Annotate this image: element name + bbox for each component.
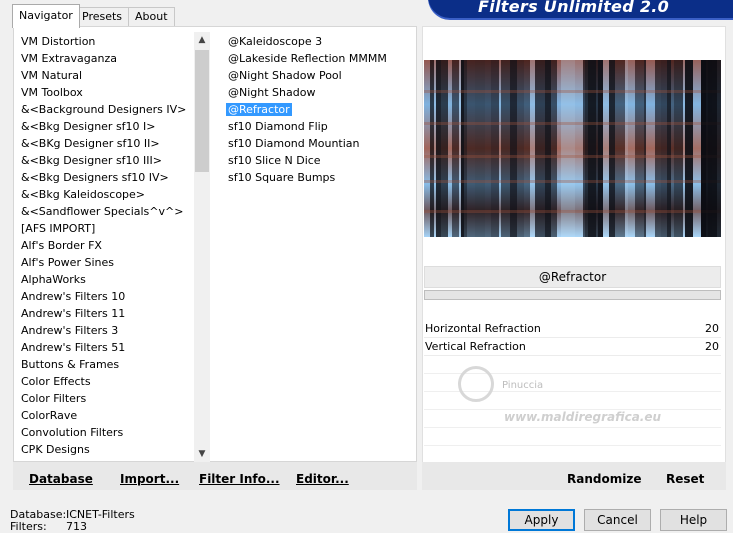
refractor-preview-graphic	[424, 60, 727, 237]
category-item[interactable]: Color Effects	[21, 373, 193, 390]
filter-list[interactable]: @Kaleidoscope 3 @Lakeside Reflection MMMM…	[226, 33, 414, 186]
filter-item[interactable]: sf10 Slice N Dice	[228, 152, 414, 169]
left-button-bar: Database Import... Filter Info... Editor…	[13, 462, 417, 490]
tab-presets[interactable]: Presets	[75, 7, 130, 27]
filter-item-label: @Lakeside Reflection MMMM	[228, 52, 387, 65]
randomize-button[interactable]: Randomize	[567, 472, 641, 486]
filter-item-label: @Kaleidoscope 3	[228, 35, 323, 48]
tab-navigator[interactable]: Navigator	[12, 4, 80, 28]
scroll-down-icon[interactable]: ▼	[194, 446, 210, 462]
param-label: Horizontal Refraction	[425, 322, 541, 335]
category-item[interactable]: &<Sandflower Specials^v^>	[21, 203, 193, 220]
category-item[interactable]: Color Filters	[21, 390, 193, 407]
filter-item-label: sf10 Slice N Dice	[228, 154, 321, 167]
filter-item[interactable]: sf10 Diamond Mountian	[228, 135, 414, 152]
category-item[interactable]: Buttons & Frames	[21, 356, 193, 373]
param-vertical-refraction[interactable]: Vertical Refraction 20	[424, 338, 721, 356]
category-item[interactable]: CPK Designs	[21, 441, 193, 458]
app-title: Filters Unlimited 2.0	[478, 0, 670, 16]
category-item[interactable]: &<Bkg Designers sf10 IV>	[21, 169, 193, 186]
scroll-thumb[interactable]	[195, 50, 209, 172]
filter-item-selected[interactable]: @Refractor	[226, 101, 414, 118]
category-item[interactable]: &<Bkg Kaleidoscope>	[21, 186, 193, 203]
category-item[interactable]: &<Bkg Designer sf10 I>	[21, 118, 193, 135]
cancel-button[interactable]: Cancel	[584, 509, 651, 531]
header-banner: Filters Unlimited 2.0	[428, 0, 733, 18]
category-item[interactable]: Andrew's Filters 3	[21, 322, 193, 339]
category-item[interactable]: &<Background Designers IV>	[21, 101, 193, 118]
category-item[interactable]: VM Distortion	[21, 33, 193, 50]
filter-item[interactable]: @Night Shadow	[228, 84, 414, 101]
filter-item[interactable]: @Lakeside Reflection MMMM	[228, 50, 414, 67]
current-filter-name: @Refractor	[424, 266, 721, 288]
filter-info-button[interactable]: Filter Info...	[199, 472, 280, 486]
category-item[interactable]: VM Natural	[21, 67, 193, 84]
filter-item[interactable]: @Kaleidoscope 3	[228, 33, 414, 50]
category-list[interactable]: VM Distortion VM Extravaganza VM Natural VM…	[21, 33, 193, 461]
filter-item[interactable]: sf10 Diamond Flip	[228, 118, 414, 135]
category-item[interactable]: Alf's Power Sines	[21, 254, 193, 271]
category-item[interactable]: [AFS IMPORT]	[21, 220, 193, 237]
help-button[interactable]: Help	[660, 509, 727, 531]
tab-about[interactable]: About	[128, 7, 175, 27]
apply-button[interactable]: Apply	[508, 509, 575, 531]
right-button-bar: Randomize Reset	[422, 462, 726, 490]
category-scrollbar[interactable]: ▲ ▼	[194, 32, 210, 462]
param-empty-row	[424, 428, 721, 446]
import-button[interactable]: Import...	[120, 472, 179, 486]
filter-item[interactable]: sf10 Square Bumps	[228, 169, 414, 186]
filter-item-label: sf10 Diamond Mountian	[228, 137, 360, 150]
param-label: Vertical Refraction	[425, 340, 526, 353]
category-item[interactable]: Andrew's Filters 10	[21, 288, 193, 305]
watermark-logo-icon	[458, 366, 494, 402]
category-item[interactable]: Alf's Border FX	[21, 237, 193, 254]
filter-item-label: @Night Shadow	[228, 86, 316, 99]
filter-item-label: @Refractor	[226, 103, 292, 116]
progress-bar	[424, 290, 721, 300]
category-item[interactable]: ColorRave	[21, 407, 193, 424]
category-item[interactable]: AlphaWorks	[21, 271, 193, 288]
param-value[interactable]: 20	[705, 320, 719, 337]
category-item[interactable]: Convolution Filters	[21, 424, 193, 441]
preview-image	[424, 60, 727, 237]
filter-item[interactable]: @Night Shadow Pool	[228, 67, 414, 84]
reset-button[interactable]: Reset	[666, 472, 704, 486]
database-button[interactable]: Database	[29, 472, 93, 486]
filter-item-label: sf10 Square Bumps	[228, 171, 336, 184]
category-item[interactable]: VM Extravaganza	[21, 50, 193, 67]
filter-item-label: sf10 Diamond Flip	[228, 120, 328, 133]
category-item[interactable]: Andrew's Filters 11	[21, 305, 193, 322]
category-item[interactable]: VM Toolbox	[21, 84, 193, 101]
param-value[interactable]: 20	[705, 338, 719, 355]
watermark-url: www.maldiregrafica.eu	[504, 410, 662, 424]
status-filters-value: 713	[66, 520, 87, 533]
category-item[interactable]: &<BKg Designer sf10 II>	[21, 135, 193, 152]
category-item[interactable]: Andrew's Filters 51	[21, 339, 193, 356]
param-horizontal-refraction[interactable]: Horizontal Refraction 20	[424, 320, 721, 338]
status-filters-label: Filters:	[10, 520, 47, 533]
category-item[interactable]: &<Bkg Designer sf10 III>	[21, 152, 193, 169]
editor-button[interactable]: Editor...	[296, 472, 349, 486]
filter-item-label: @Night Shadow Pool	[228, 69, 342, 82]
watermark-name: Pinuccia	[502, 380, 544, 391]
scroll-up-icon[interactable]: ▲	[194, 32, 210, 48]
